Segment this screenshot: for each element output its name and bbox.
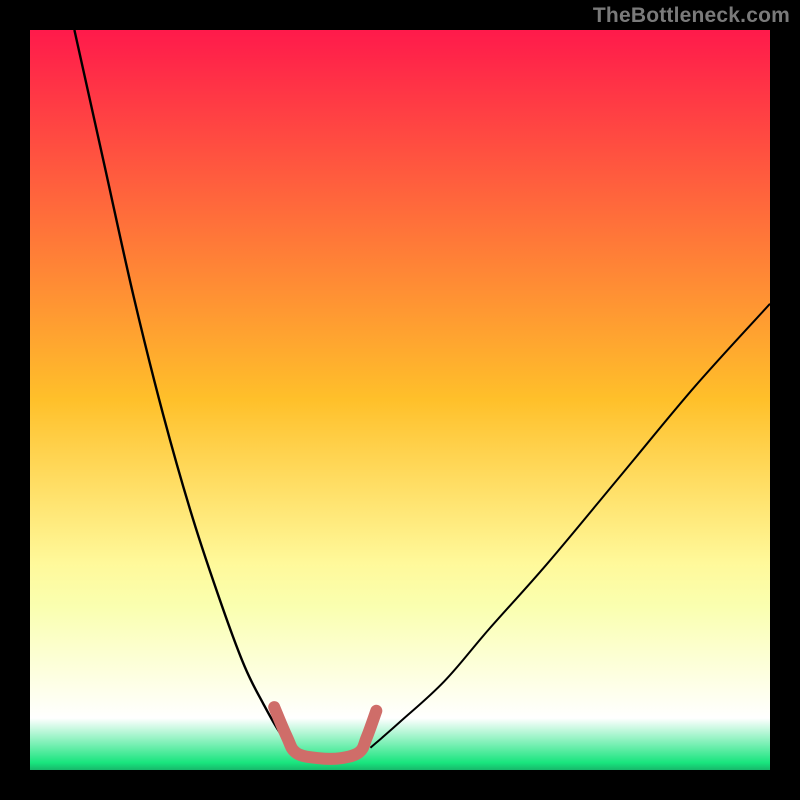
- watermark-text: TheBottleneck.com: [593, 4, 790, 28]
- gradient-background: [30, 30, 770, 770]
- chart-frame: [30, 30, 770, 770]
- chart-canvas: [30, 30, 770, 770]
